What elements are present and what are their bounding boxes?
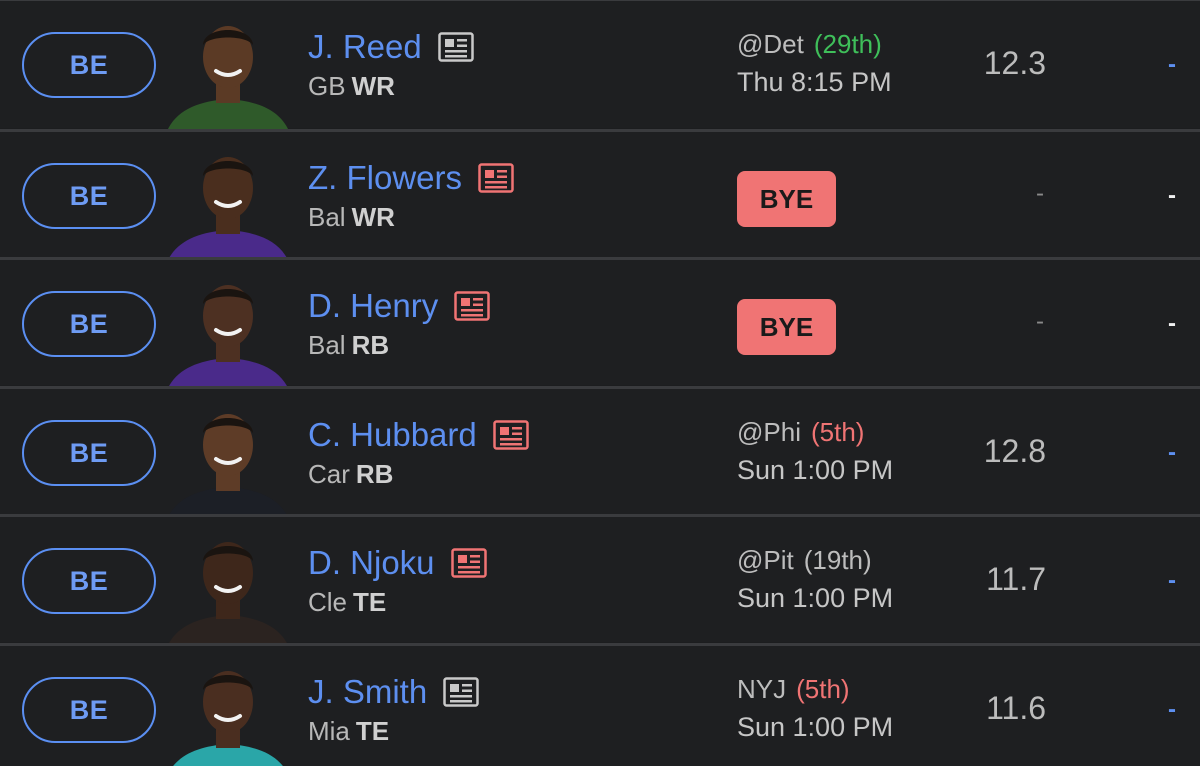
player-headshot [160, 521, 296, 645]
player-headshot [160, 393, 296, 517]
player-team-position: Car RB [308, 459, 393, 490]
projected-points: 11.6 [986, 690, 1046, 726]
team-abbrev: Mia [308, 716, 350, 746]
position-label: TE [353, 587, 387, 617]
player-team-position: Cle TE [308, 587, 386, 618]
game-time: Thu 8:15 PM [737, 67, 892, 97]
game-time: Sun 1:00 PM [737, 583, 894, 613]
actual-points: - [1168, 182, 1176, 209]
team-abbrev: GB [308, 71, 346, 101]
opponent-info: @Det (29th) [737, 29, 882, 60]
player-team-position: Bal WR [308, 202, 395, 233]
game-time: Sun 1:00 PM [737, 455, 894, 485]
opponent-team: @Det [737, 29, 804, 59]
game-time: Sun 1:00 PM [737, 712, 894, 742]
lineup-slot-button[interactable]: BE [22, 677, 156, 743]
player-name-line: C. Hubbard [308, 415, 529, 455]
opponent-rank: (29th) [813, 29, 882, 59]
actual-points[interactable]: - [1168, 696, 1176, 724]
projected-points: - [1036, 180, 1044, 207]
player-name-link[interactable]: Z. Flowers [308, 159, 462, 197]
player-name-link[interactable]: J. Reed [308, 28, 422, 66]
player-row: BE D. Henry Bal RB BYE - - [0, 257, 1200, 388]
player-headshot [160, 136, 296, 260]
projected-points: 11.7 [986, 561, 1046, 597]
news-icon[interactable] [450, 548, 487, 578]
actual-points[interactable]: - [1168, 51, 1176, 79]
projected-points: 12.3 [983, 45, 1046, 81]
position-label: WR [351, 71, 395, 101]
news-icon[interactable] [454, 291, 490, 321]
lineup-slot-button[interactable]: BE [22, 32, 156, 98]
actual-points: - [1168, 310, 1176, 337]
player-team-position: GB WR [308, 71, 395, 102]
position-label: WR [351, 202, 395, 232]
opponent-team: @Pit [737, 545, 794, 575]
position-label: TE [355, 716, 390, 746]
lineup-slot-button[interactable]: BE [22, 163, 156, 229]
player-team-position: Mia TE [308, 716, 389, 747]
player-row: BE C. Hubbard Car RB @Phi (5th) Sun 1:00 PM 12.… [0, 386, 1200, 517]
projected-points: 12.8 [983, 433, 1046, 469]
opponent-info: @Pit (19th) [737, 545, 872, 576]
opponent-rank: (19th) [803, 545, 872, 575]
player-row: BE Z. Flowers Bal WR BYE - - [0, 129, 1200, 260]
bye-badge: BYE [737, 299, 836, 355]
player-headshot [160, 264, 296, 388]
position-label: RB [355, 459, 394, 489]
player-name-link[interactable]: D. Henry [308, 287, 438, 325]
opponent-rank: (5th) [810, 417, 865, 447]
opponent-info: @Phi (5th) [737, 417, 864, 448]
opponent-team: @Phi [737, 417, 801, 447]
player-team-position: Bal RB [308, 330, 389, 361]
player-name-link[interactable]: D. Njoku [308, 544, 435, 582]
player-name-link[interactable]: J. Smith [308, 673, 427, 711]
player-name-line: Z. Flowers [308, 158, 514, 198]
player-name-line: D. Njoku [308, 543, 487, 583]
player-headshot [160, 650, 296, 766]
news-icon[interactable] [493, 420, 529, 450]
team-abbrev: Car [308, 459, 350, 489]
opponent-info: NYJ (5th) [737, 674, 850, 705]
lineup-slot-button[interactable]: BE [22, 291, 156, 357]
team-abbrev: Bal [308, 330, 346, 360]
lineup-slot-button[interactable]: BE [22, 420, 156, 486]
bye-badge: BYE [737, 171, 836, 227]
team-abbrev: Cle [308, 587, 348, 617]
actual-points[interactable]: - [1168, 439, 1176, 467]
player-headshot [160, 5, 296, 129]
opponent-team: NYJ [737, 674, 787, 704]
player-row: BE J. Reed GB WR @Det (29th) Thu 8:15 PM 12.3 - [0, 0, 1200, 129]
player-row: BE D. Njoku Cle TE @Pit (19th) Sun 1:00 PM 11.7… [0, 514, 1200, 645]
opponent-rank: (5th) [796, 674, 850, 704]
position-label: RB [351, 330, 390, 360]
actual-points[interactable]: - [1168, 567, 1176, 595]
roster-list: BE J. Reed GB WR @Det (29th) Thu 8:15 PM 12.3- B… [0, 0, 1200, 766]
player-name-line: J. Reed [308, 27, 474, 67]
player-name-link[interactable]: C. Hubbard [308, 416, 477, 454]
news-icon[interactable] [478, 163, 514, 193]
lineup-slot-button[interactable]: BE [22, 548, 156, 614]
team-abbrev: Bal [308, 202, 346, 232]
news-icon[interactable] [443, 677, 479, 707]
player-row: BE J. Smith Mia TE NYJ (5th) Sun 1:00 PM 11.6 - [0, 643, 1200, 766]
news-icon[interactable] [437, 32, 474, 62]
projected-points: - [1036, 308, 1044, 335]
player-name-line: J. Smith [308, 672, 479, 712]
player-name-line: D. Henry [308, 286, 490, 326]
